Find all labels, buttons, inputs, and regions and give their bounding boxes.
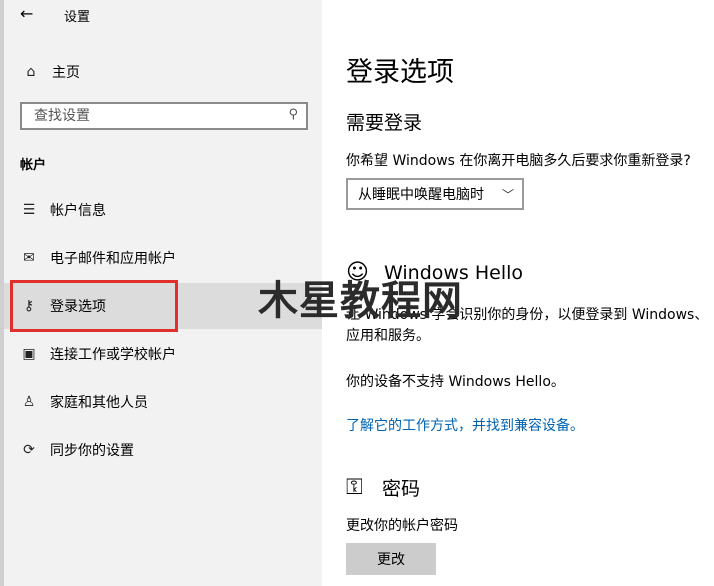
watermark-text: 木星教程网 <box>258 278 463 324</box>
title-bar: ← 设置 <box>4 0 326 30</box>
person-list-icon: ☰ <box>22 202 36 218</box>
sidebar-item-label: 电子邮件和应用帐户 <box>50 251 176 267</box>
briefcase-icon: ▣ <box>22 346 36 362</box>
sidebar-item-sync[interactable]: ⟳ 同步你的设置 <box>4 427 322 473</box>
back-arrow-icon[interactable]: ← <box>20 4 33 23</box>
sidebar-item-account-info[interactable]: ☰ 帐户信息 <box>4 187 322 233</box>
home-label: 主页 <box>52 65 80 81</box>
sidebar-item-label: 同步你的设置 <box>50 443 134 459</box>
home-icon: ⌂ <box>26 64 36 80</box>
require-signin-heading: 需要登录 <box>346 112 423 134</box>
sync-icon: ⟳ <box>23 442 35 458</box>
mail-icon: ✉ <box>23 250 35 266</box>
windows-hello-not-supported: 你的设备不支持 Windows Hello。 <box>346 374 565 390</box>
require-signin-dropdown[interactable]: 从睡眠中唤醒电脑时 ﹀ <box>346 178 524 210</box>
change-password-button[interactable]: 更改 <box>346 543 436 575</box>
sidebar-item-label: 帐户信息 <box>50 203 106 219</box>
selection-highlight-box <box>10 280 178 332</box>
search-input[interactable] <box>32 107 276 125</box>
sidebar-item-work-school[interactable]: ▣ 连接工作或学校帐户 <box>4 331 322 377</box>
app-title: 设置 <box>64 10 91 25</box>
sidebar-item-label: 家庭和其他人员 <box>50 395 148 411</box>
sidebar-item-family[interactable]: ♙ 家庭和其他人员 <box>4 379 322 425</box>
home-nav-item[interactable]: ⌂ 主页 <box>20 60 320 84</box>
page-title: 登录选项 <box>346 57 454 88</box>
sidebar-item-label: 连接工作或学校帐户 <box>50 347 176 363</box>
password-heading: 密码 <box>382 478 421 500</box>
learn-more-link[interactable]: 了解它的工作方式，并找到兼容设备。 <box>346 415 584 435</box>
section-title-accounts: 帐户 <box>20 158 47 173</box>
dropdown-value: 从睡眠中唤醒电脑时 <box>358 187 484 203</box>
key-icon: ⚿ <box>346 475 363 500</box>
password-description: 更改你的帐户密码 <box>346 518 458 534</box>
chevron-down-icon: ﹀ <box>501 188 514 202</box>
people-icon: ♙ <box>22 394 36 410</box>
require-signin-question: 你希望 Windows 在你离开电脑多久后要求你重新登录? <box>346 153 691 169</box>
search-icon[interactable]: ⚲ <box>288 107 298 122</box>
password-header: ⚿ 密码 <box>346 474 420 501</box>
search-box[interactable]: ⚲ <box>20 102 308 130</box>
